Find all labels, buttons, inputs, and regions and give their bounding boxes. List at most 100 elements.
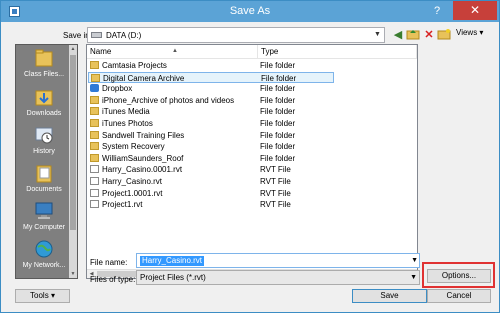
file-type: RVT File bbox=[260, 188, 291, 198]
file-type-dropdown[interactable]: Project Files (*.rvt) ▼ bbox=[136, 270, 420, 285]
file-type: File folder bbox=[260, 119, 296, 128]
file-row[interactable]: Project1.0001.rvt RVT File bbox=[88, 188, 334, 199]
file-type: File folder bbox=[260, 153, 296, 163]
cancel-button[interactable]: Cancel bbox=[427, 289, 491, 303]
save-button[interactable]: Save bbox=[352, 289, 427, 303]
column-header-type[interactable]: Type bbox=[258, 45, 417, 59]
file-name: Camtasia Projects bbox=[102, 61, 167, 70]
up-folder-icon[interactable] bbox=[406, 28, 420, 42]
place-label: My Computer bbox=[22, 224, 65, 231]
file-type: File folder bbox=[260, 84, 296, 94]
file-row[interactable]: iTunes Photos File folder bbox=[88, 118, 334, 129]
place-label: My Network... bbox=[22, 262, 66, 269]
computer-icon bbox=[35, 202, 53, 219]
place-my-computer[interactable]: My Computer bbox=[16, 201, 72, 231]
history-icon bbox=[35, 127, 53, 144]
place-history[interactable]: History bbox=[16, 125, 72, 155]
place-downloads[interactable]: Downloads bbox=[16, 87, 72, 117]
file-type: File folder bbox=[260, 107, 296, 117]
file-type: RVT File bbox=[260, 200, 291, 210]
rvt-file-icon bbox=[90, 200, 99, 209]
file-name: iTunes Photos bbox=[102, 119, 153, 128]
network-globe-icon bbox=[35, 240, 53, 258]
place-my-network[interactable]: My Network... bbox=[16, 239, 72, 269]
column-header-type-label: Type bbox=[261, 47, 279, 56]
folder-icon bbox=[90, 61, 99, 69]
file-name-label: File name: bbox=[90, 258, 128, 267]
place-label: Downloads bbox=[26, 110, 62, 117]
file-type: File folder bbox=[261, 73, 297, 83]
column-header-name[interactable]: Name ▲ bbox=[87, 45, 258, 59]
chevron-down-icon: ▼ bbox=[410, 274, 417, 281]
views-menu[interactable]: Views ▾ bbox=[456, 28, 483, 37]
place-documents[interactable]: Documents bbox=[16, 163, 72, 193]
tools-label: Tools bbox=[30, 291, 49, 300]
file-row[interactable]: Harry_Casino.rvt RVT File bbox=[88, 176, 334, 187]
file-row[interactable]: System Recovery File folder bbox=[88, 141, 334, 152]
help-button[interactable]: ? bbox=[425, 3, 449, 19]
file-type: RVT File bbox=[260, 177, 291, 186]
folder-icon bbox=[91, 73, 100, 82]
place-class-files[interactable]: Class Files... bbox=[16, 48, 72, 78]
folder-icon bbox=[90, 130, 99, 139]
file-type: File folder bbox=[260, 142, 296, 152]
folder-icon bbox=[90, 119, 99, 127]
file-row[interactable]: iPhone_Archive of photos and videos File … bbox=[88, 95, 334, 106]
new-folder-icon[interactable] bbox=[437, 28, 451, 42]
file-name: Harry_Casino.0001.rvt bbox=[102, 165, 183, 175]
file-row[interactable]: Harry_Casino.0001.rvt RVT File bbox=[88, 164, 334, 175]
file-row[interactable]: iTunes Media File folder bbox=[88, 106, 334, 117]
file-row[interactable]: WilliamSaunders_Roof File folder bbox=[88, 153, 334, 164]
folder-icon bbox=[90, 142, 99, 151]
rvt-file-icon bbox=[90, 188, 99, 197]
file-name: Digital Camera Archive bbox=[103, 73, 185, 83]
file-name: iTunes Media bbox=[102, 107, 150, 117]
scroll-thumb[interactable] bbox=[70, 55, 76, 230]
sort-arrow-icon: ▲ bbox=[172, 48, 178, 54]
place-label: Documents bbox=[26, 186, 62, 193]
file-row[interactable]: Project1.rvt RVT File bbox=[88, 199, 334, 210]
back-arrow-icon[interactable]: ◀ bbox=[391, 28, 405, 42]
file-list: Name ▲ Type Camtasia Projects File folder… bbox=[86, 44, 418, 279]
file-row[interactable]: Dropbox File folder bbox=[88, 83, 334, 94]
file-row[interactable]: Camtasia Projects File folder bbox=[88, 60, 334, 71]
documents-icon bbox=[36, 165, 52, 183]
file-name: WilliamSaunders_Roof bbox=[102, 153, 184, 163]
file-type-label: Files of type: bbox=[90, 275, 136, 284]
scroll-up-icon[interactable]: ▲ bbox=[69, 45, 77, 53]
scroll-down-icon[interactable]: ▼ bbox=[69, 270, 77, 278]
delete-icon[interactable]: ✕ bbox=[422, 28, 436, 42]
folder-icon bbox=[35, 49, 53, 67]
cancel-label: Cancel bbox=[446, 291, 472, 300]
file-name: System Recovery bbox=[102, 142, 165, 152]
folder-icon bbox=[90, 153, 99, 162]
place-label: Class Files... bbox=[23, 71, 65, 78]
file-name: Dropbox bbox=[102, 84, 133, 94]
file-name: Harry_Casino.rvt bbox=[102, 177, 163, 186]
folder-icon bbox=[90, 95, 99, 104]
places-scrollbar[interactable]: ▲ ▼ bbox=[69, 45, 77, 278]
file-type: File folder bbox=[260, 61, 296, 70]
file-name: Project1.rvt bbox=[102, 200, 143, 210]
drive-icon bbox=[91, 32, 102, 38]
rvt-file-icon bbox=[90, 165, 99, 174]
tools-button[interactable]: Tools ▾ bbox=[15, 289, 70, 303]
title-bar: Save As ? ✕ bbox=[1, 1, 499, 22]
rvt-file-icon bbox=[90, 177, 99, 185]
file-type: File folder bbox=[260, 130, 296, 140]
save-as-dialog: Save As ? ✕ Save in: DATA (D:) ▼ ◀ ✕ Vie… bbox=[0, 0, 500, 313]
file-name: Project1.0001.rvt bbox=[102, 188, 163, 198]
file-row[interactable]: Sandwell Training Files File folder bbox=[88, 130, 334, 141]
save-in-dropdown[interactable]: DATA (D:) ▼ bbox=[87, 27, 385, 43]
file-name-input[interactable]: Harry_Casino.rvt ▼ bbox=[136, 253, 420, 268]
place-label: History bbox=[33, 148, 55, 155]
highlight-box bbox=[422, 262, 495, 288]
views-label: Views bbox=[456, 28, 478, 37]
file-type: File folder bbox=[260, 95, 296, 105]
file-type: RVT File bbox=[260, 165, 291, 175]
downloads-folder-icon bbox=[35, 90, 53, 106]
file-row[interactable]: Digital Camera Archive File folder bbox=[88, 71, 334, 83]
close-button[interactable]: ✕ bbox=[453, 1, 497, 20]
chevron-down-icon[interactable]: ▼ bbox=[411, 254, 418, 267]
column-header-name-label: Name bbox=[90, 47, 112, 56]
